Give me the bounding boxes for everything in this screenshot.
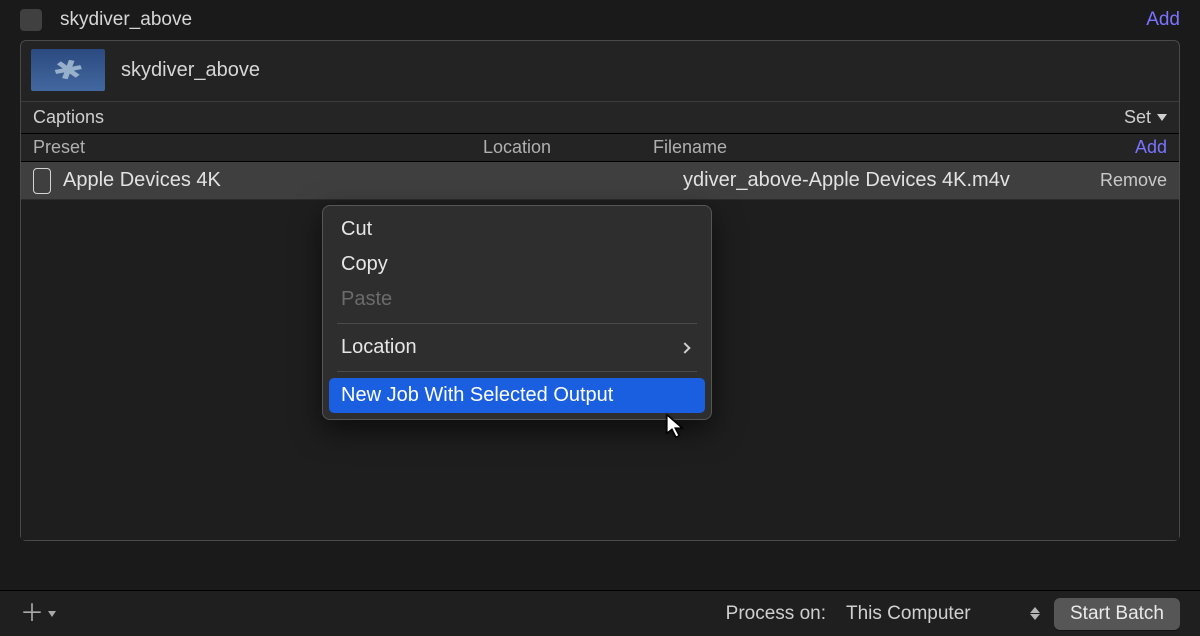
device-icon [33, 168, 51, 194]
plus-icon: ＋ [20, 602, 44, 626]
column-preset: Preset [33, 137, 483, 158]
preset-row[interactable]: Apple Devices 4K ydiver_above-Apple Devi… [21, 162, 1179, 200]
process-stepper-icon[interactable] [1030, 607, 1040, 620]
menu-new-job-label: New Job With Selected Output [341, 384, 613, 407]
chevron-down-icon [1157, 114, 1167, 121]
process-on-label: Process on: [726, 603, 826, 625]
menu-location[interactable]: Location [329, 330, 705, 365]
process-on-select[interactable]: This Computer [838, 601, 1028, 627]
chevron-down-icon [48, 611, 56, 617]
menu-copy[interactable]: Copy [329, 247, 705, 282]
captions-label: Captions [33, 107, 104, 128]
job-title: skydiver_above [121, 59, 260, 82]
context-menu: Cut Copy Paste Location New Job With Sel… [322, 205, 712, 420]
menu-separator-2 [337, 371, 697, 372]
captions-set-button[interactable]: Set [1124, 107, 1167, 128]
menu-paste-label: Paste [341, 288, 392, 311]
add-preset-link[interactable]: Add [1135, 137, 1167, 158]
menu-new-job[interactable]: New Job With Selected Output [329, 378, 705, 413]
menu-paste: Paste [329, 282, 705, 317]
menu-cut[interactable]: Cut [329, 212, 705, 247]
preset-value: Apple Devices 4K [63, 169, 483, 192]
captions-set-label: Set [1124, 107, 1151, 128]
menu-cut-label: Cut [341, 218, 372, 241]
menu-location-label: Location [341, 336, 417, 359]
menu-copy-label: Copy [341, 253, 388, 276]
footer-bar: ＋ Process on: This Computer Start Batch [0, 590, 1200, 636]
process-on-value: This Computer [846, 603, 971, 625]
captions-row: Captions Set [21, 101, 1179, 134]
start-batch-button[interactable]: Start Batch [1054, 598, 1180, 630]
window-title: skydiver_above [60, 9, 192, 31]
app-icon [20, 9, 42, 31]
add-menu-button[interactable]: ＋ [20, 602, 56, 626]
column-header-row: Preset Location Filename Add [21, 134, 1179, 162]
chevron-right-icon [679, 342, 690, 353]
remove-button[interactable]: Remove [1096, 170, 1171, 191]
job-thumbnail[interactable] [31, 49, 105, 91]
column-filename: Filename [653, 137, 1135, 158]
job-header: skydiver_above [21, 41, 1179, 101]
add-job-link[interactable]: Add [1146, 9, 1180, 31]
column-location: Location [483, 137, 653, 158]
filename-value: ydiver_above-Apple Devices 4K.m4v [483, 169, 1096, 192]
menu-separator [337, 323, 697, 324]
window-header: skydiver_above Add [0, 0, 1200, 40]
